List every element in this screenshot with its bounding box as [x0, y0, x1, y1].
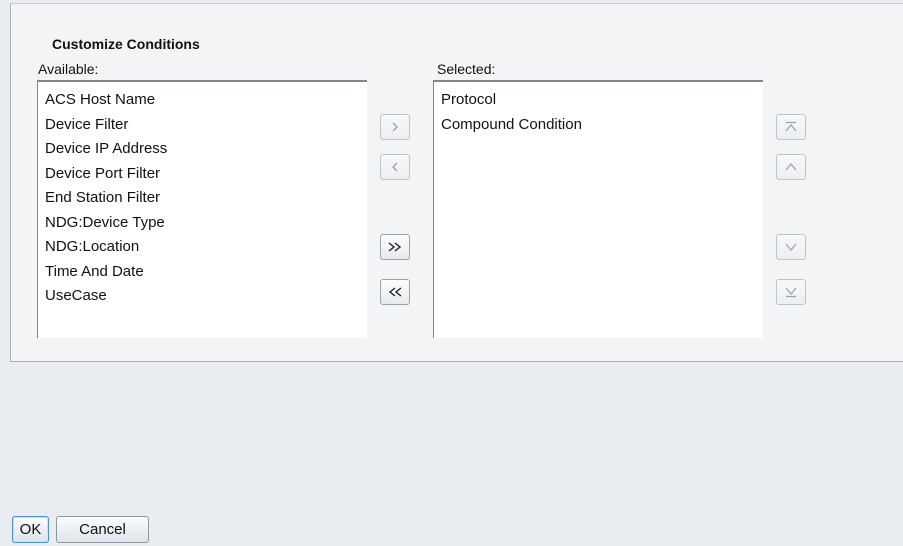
move-all-right-button[interactable] [380, 234, 410, 260]
move-down-icon [784, 240, 798, 254]
move-all-left-button[interactable] [380, 279, 410, 305]
move-left-button[interactable] [380, 154, 410, 180]
move-to-top-button[interactable] [776, 114, 806, 140]
move-up-button[interactable] [776, 154, 806, 180]
ok-button[interactable]: OK [12, 516, 49, 543]
move-to-bottom-button[interactable] [776, 279, 806, 305]
available-list-item[interactable]: NDG:Device Type [38, 211, 367, 236]
available-list-item[interactable]: Device Port Filter [38, 162, 367, 187]
available-list-item[interactable]: UseCase [38, 284, 367, 309]
move-to-bottom-icon [784, 285, 798, 299]
available-list-item[interactable]: Device IP Address [38, 137, 367, 162]
selected-list-item[interactable]: Protocol [434, 88, 763, 113]
available-list-item[interactable]: ACS Host Name [38, 88, 367, 113]
double-chevron-right-icon [386, 240, 404, 254]
available-list-item[interactable]: NDG:Location [38, 235, 367, 260]
cancel-button[interactable]: Cancel [56, 516, 149, 543]
move-down-button[interactable] [776, 234, 806, 260]
selected-listbox[interactable]: Protocol Compound Condition [433, 81, 763, 338]
available-list-item[interactable]: End Station Filter [38, 186, 367, 211]
move-up-icon [784, 160, 798, 174]
selected-list-item[interactable]: Compound Condition [434, 113, 763, 138]
move-right-button[interactable] [380, 114, 410, 140]
selected-label: Selected: [437, 61, 496, 77]
available-list-item[interactable]: Time And Date [38, 260, 367, 285]
available-listbox[interactable]: ACS Host Name Device Filter Device IP Addr… [37, 81, 367, 338]
chevron-left-icon [388, 160, 402, 174]
available-label: Available: [38, 61, 99, 77]
double-chevron-left-icon [386, 285, 404, 299]
chevron-right-icon [388, 120, 402, 134]
dialog-heading: Customize Conditions [52, 36, 200, 52]
move-to-top-icon [784, 120, 798, 134]
available-list-item[interactable]: Device Filter [38, 113, 367, 138]
